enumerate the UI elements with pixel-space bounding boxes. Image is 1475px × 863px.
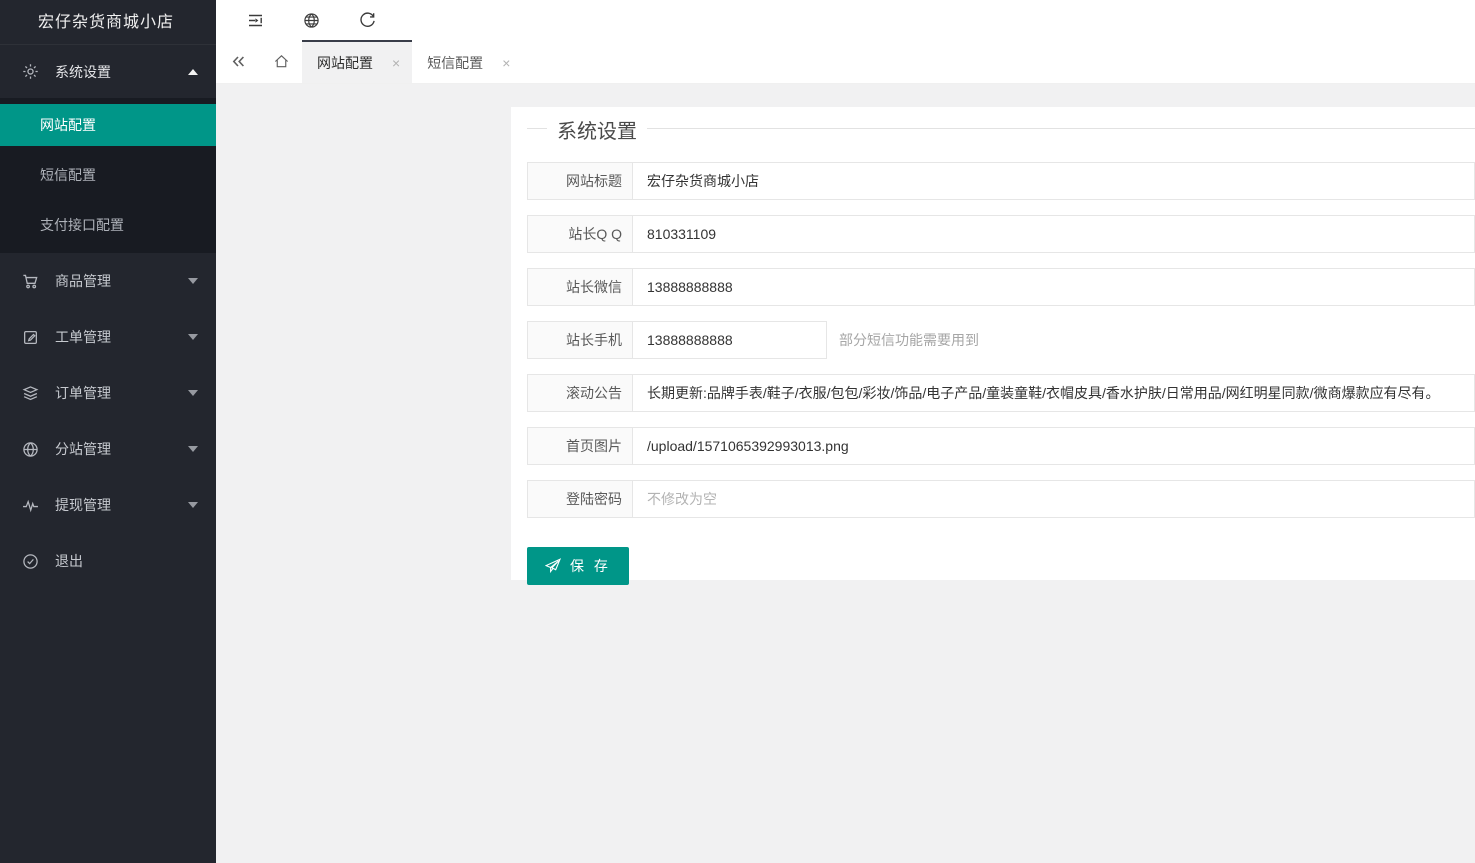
admin-phone-input[interactable] bbox=[633, 322, 826, 358]
login-password-input[interactable] bbox=[633, 481, 1474, 517]
send-icon bbox=[545, 558, 561, 574]
sidebar-item-label: 提现管理 bbox=[55, 495, 188, 515]
fieldset-divider: 系统设置 bbox=[527, 128, 1475, 129]
sidebar: 宏仔杂货商城小店 系统设置 网站配置 短信配置 支付接口配置 商品管理 bbox=[0, 0, 216, 863]
save-button[interactable]: 保 存 bbox=[527, 547, 629, 585]
sidebar-item-label: 系统设置 bbox=[55, 62, 188, 82]
chevron-down-icon bbox=[188, 502, 198, 508]
settings-panel: 系统设置 网站标题 站长Q Q 站长微信 站长手机 部分短信功能需要用到 滚动公… bbox=[511, 107, 1475, 580]
field-label: 首页图片 bbox=[527, 427, 633, 465]
field-label: 网站标题 bbox=[527, 162, 633, 200]
tab-label: 网站配置 bbox=[317, 53, 373, 73]
form-row-admin-phone: 站长手机 部分短信功能需要用到 bbox=[527, 321, 1475, 359]
double-chevron-left-icon[interactable] bbox=[216, 40, 260, 83]
system-settings-submenu: 网站配置 短信配置 支付接口配置 bbox=[0, 98, 216, 253]
chevron-down-icon bbox=[188, 446, 198, 452]
collapse-menu-icon[interactable] bbox=[227, 0, 283, 40]
chevron-down-icon bbox=[188, 334, 198, 340]
admin-qq-input[interactable] bbox=[633, 216, 1474, 252]
save-button-label: 保 存 bbox=[570, 556, 611, 576]
form-row-scrolling-notice: 滚动公告 bbox=[527, 374, 1475, 412]
sidebar-item-label: 商品管理 bbox=[55, 271, 188, 291]
sidebar-item-system-settings[interactable]: 系统设置 bbox=[0, 45, 216, 98]
sidebar-item-label: 订单管理 bbox=[55, 383, 188, 403]
site-title-input[interactable] bbox=[633, 163, 1474, 199]
top-toolbar bbox=[216, 0, 1475, 40]
app-logo: 宏仔杂货商城小店 bbox=[0, 0, 216, 45]
admin-wechat-input[interactable] bbox=[633, 269, 1474, 305]
chevron-up-icon bbox=[188, 69, 198, 75]
work-order-icon bbox=[22, 329, 39, 346]
form-row-login-password: 登陆密码 bbox=[527, 480, 1475, 518]
close-icon[interactable]: × bbox=[392, 56, 400, 70]
sidebar-item-payment-config[interactable]: 支付接口配置 bbox=[0, 204, 216, 246]
gear-icon bbox=[22, 63, 39, 80]
globe-icon[interactable] bbox=[283, 0, 339, 40]
chevron-down-icon bbox=[188, 390, 198, 396]
form-row-home-image: 首页图片 bbox=[527, 427, 1475, 465]
scrolling-notice-input[interactable] bbox=[633, 375, 1474, 411]
page-title: 系统设置 bbox=[547, 115, 647, 144]
field-label: 站长Q Q bbox=[527, 215, 633, 253]
home-image-input[interactable] bbox=[633, 428, 1474, 464]
sidebar-item-withdrawal-management[interactable]: 提现管理 bbox=[0, 477, 216, 533]
field-hint: 部分短信功能需要用到 bbox=[839, 321, 979, 359]
sidebar-item-logout[interactable]: 退出 bbox=[0, 533, 216, 589]
sidebar-item-site-config[interactable]: 网站配置 bbox=[0, 104, 216, 146]
circle-check-icon bbox=[22, 553, 39, 570]
settings-form: 网站标题 站长Q Q 站长微信 站长手机 部分短信功能需要用到 滚动公告 首页图… bbox=[527, 162, 1475, 585]
form-row-site-title: 网站标题 bbox=[527, 162, 1475, 200]
sidebar-item-label: 工单管理 bbox=[55, 327, 188, 347]
field-label: 滚动公告 bbox=[527, 374, 633, 412]
field-label: 登陆密码 bbox=[527, 480, 633, 518]
cart-icon bbox=[22, 273, 39, 290]
pulse-icon bbox=[22, 497, 39, 514]
sidebar-item-label: 分站管理 bbox=[55, 439, 188, 459]
sidebar-item-label: 退出 bbox=[55, 551, 198, 571]
tab-site-config[interactable]: 网站配置 × bbox=[302, 40, 412, 83]
close-icon[interactable]: × bbox=[502, 56, 510, 70]
sidebar-item-work-order-management[interactable]: 工单管理 bbox=[0, 309, 216, 365]
field-label: 站长微信 bbox=[527, 268, 633, 306]
globe-icon bbox=[22, 441, 39, 458]
form-row-admin-wechat: 站长微信 bbox=[527, 268, 1475, 306]
tab-sms-config[interactable]: 短信配置 × bbox=[412, 40, 522, 83]
refresh-icon[interactable] bbox=[339, 0, 395, 40]
field-label: 站长手机 bbox=[527, 321, 633, 359]
chevron-down-icon bbox=[188, 278, 198, 284]
layers-icon bbox=[22, 385, 39, 402]
sidebar-item-sms-config[interactable]: 短信配置 bbox=[0, 154, 216, 196]
sidebar-item-product-management[interactable]: 商品管理 bbox=[0, 253, 216, 309]
sidebar-item-substation-management[interactable]: 分站管理 bbox=[0, 421, 216, 477]
tab-label: 短信配置 bbox=[427, 53, 483, 73]
home-icon[interactable] bbox=[260, 40, 302, 83]
form-row-admin-qq: 站长Q Q bbox=[527, 215, 1475, 253]
tab-bar: 网站配置 × 短信配置 × bbox=[216, 40, 1475, 84]
sidebar-item-order-management[interactable]: 订单管理 bbox=[0, 365, 216, 421]
